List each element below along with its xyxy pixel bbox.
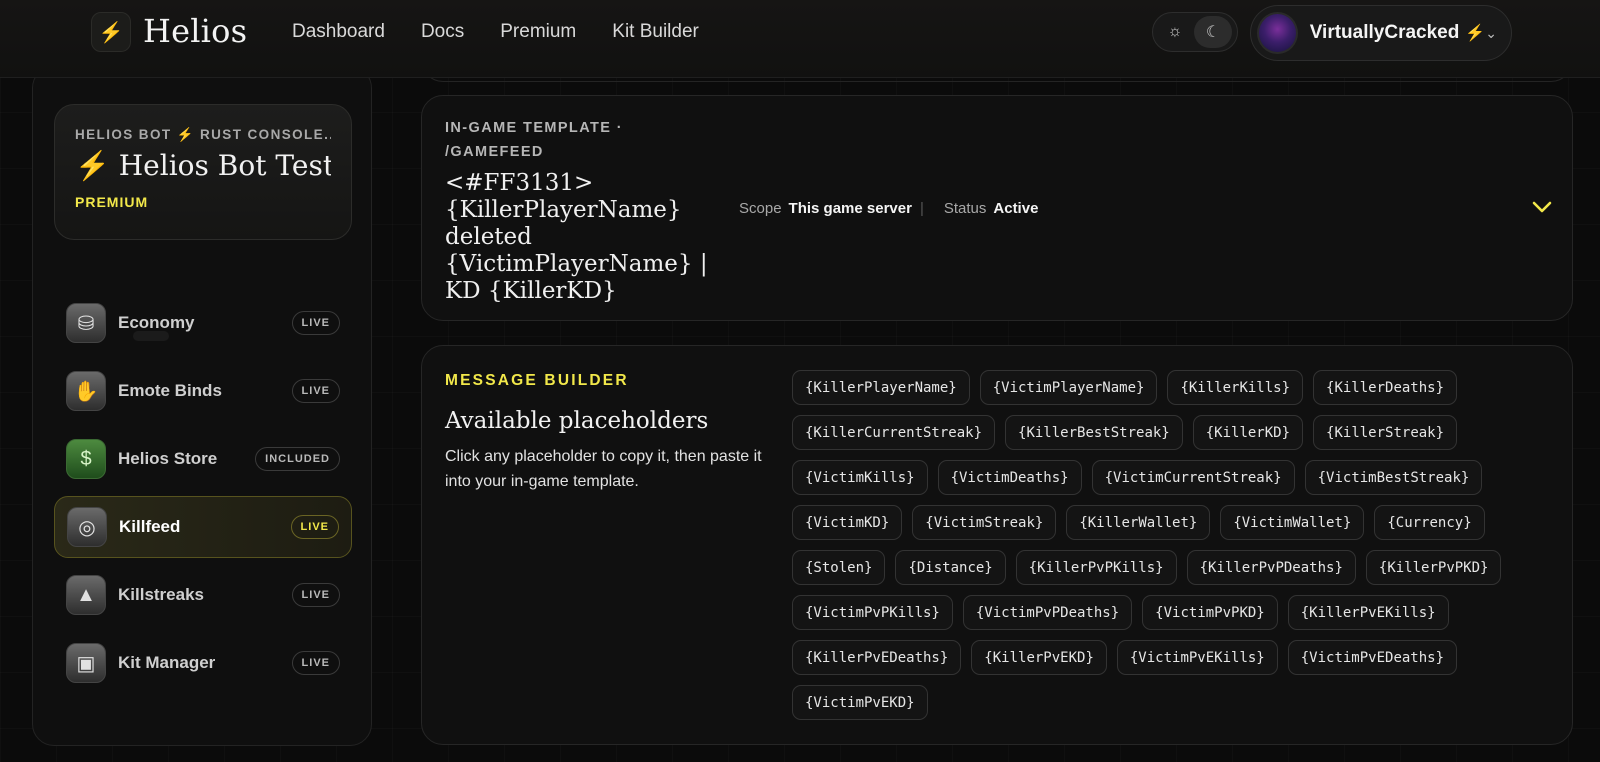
placeholder-chip[interactable]: {KillerPvPDeaths} — [1186, 550, 1356, 585]
placeholder-chip[interactable]: {KillerCurrentStreak} — [792, 415, 996, 450]
hand-icon: ✋ — [66, 371, 106, 411]
placeholder-chip[interactable]: {Stolen} — [792, 550, 886, 585]
placeholder-chip[interactable]: {VictimPvEKills} — [1116, 640, 1278, 675]
status-badge: LIVE — [291, 311, 340, 335]
bolt-logo-icon[interactable]: ⚡ — [91, 12, 131, 52]
divider: | — [919, 200, 924, 217]
status-badge: INCLUDED — [255, 447, 340, 471]
placeholder-chip[interactable]: {KillerDeaths} — [1313, 370, 1458, 405]
status-badge: LIVE — [291, 379, 340, 403]
sidebar-item-label: Emote Binds — [118, 381, 222, 400]
status-badge: LIVE — [291, 651, 340, 675]
placeholder-chip[interactable]: {VictimPvEDeaths} — [1287, 640, 1458, 675]
placeholder-chip[interactable]: {VictimPvEKD} — [792, 685, 928, 720]
sidebar-item-label: Kit Manager — [118, 653, 216, 672]
placeholder-chip[interactable]: {KillerPvEKD} — [971, 640, 1107, 675]
message-builder-card: MESSAGE BUILDER Available placeholders C… — [421, 345, 1573, 745]
template-kicker: IN-GAME TEMPLATE · /GAMEFEED — [445, 120, 623, 160]
scope-label: Scope — [739, 200, 782, 217]
sidebar-item-killfeed[interactable]: ◎ Killfeed LIVE — [54, 496, 352, 558]
sun-icon[interactable]: ☼ — [1156, 16, 1194, 48]
placeholder-chip[interactable]: {KillerPlayerName} — [792, 370, 970, 405]
template-text: <#FF3131> {KillerPlayerName} deleted {Vi… — [445, 170, 708, 304]
builder-title: Available placeholders — [445, 408, 709, 434]
placeholder-chip[interactable]: {VictimBestStreak} — [1304, 460, 1483, 495]
placeholder-chip[interactable]: {VictimDeaths} — [937, 460, 1082, 495]
placeholder-chip[interactable]: {VictimWallet} — [1220, 505, 1365, 540]
sidebar-item-label: Economy — [118, 313, 195, 332]
top-bar: ⚡ Helios Dashboard Docs Premium Kit Buil… — [0, 0, 1600, 78]
chevron-down-icon[interactable] — [1532, 196, 1552, 219]
status-label: Status — [943, 200, 987, 217]
placeholder-chip[interactable]: {VictimPlayerName} — [979, 370, 1158, 405]
brand-name[interactable]: Helios — [143, 12, 247, 50]
server-card[interactable]: HELIOS BOT ⚡ RUST CONSOLE... ⚡ Helios Bo… — [54, 104, 352, 240]
template-card[interactable]: IN-GAME TEMPLATE · /GAMEFEED <#FF3131> {… — [421, 95, 1573, 321]
main-nav: Dashboard Docs Premium Kit Builder — [292, 21, 699, 43]
placeholder-chip[interactable]: {KillerPvPKills} — [1015, 550, 1177, 585]
nav-kit-builder[interactable]: Kit Builder — [612, 21, 699, 43]
placeholder-chip[interactable]: {KillerPvPKD} — [1365, 550, 1502, 585]
placeholder-list: {KillerPlayerName} {VictimPlayerName} {Kil… — [792, 370, 1512, 720]
status-badge: LIVE — [290, 515, 339, 539]
nav-docs[interactable]: Docs — [421, 21, 464, 43]
server-kicker: HELIOS BOT ⚡ RUST CONSOLE... — [75, 127, 331, 142]
sidebar-item-label: Killstreaks — [118, 585, 204, 604]
chevron-down-icon[interactable]: ⌄ — [1485, 25, 1497, 42]
template-meta: Scope This game server | Status Active — [739, 200, 1038, 217]
sidebar-item-label: Killfeed — [119, 517, 181, 536]
sidebar-item-label: Helios Store — [118, 449, 218, 468]
placeholder-chip[interactable]: {VictimPvPKills} — [792, 595, 953, 630]
username: VirtuallyCracked — [1309, 22, 1460, 43]
toolbox-icon: ▣ — [66, 643, 106, 683]
sidebar: HELIOS BOT ⚡ RUST CONSOLE... ⚡ Helios Bo… — [32, 66, 372, 746]
placeholder-chip[interactable]: {KillerPvEKills} — [1287, 595, 1449, 630]
placeholder-chip[interactable]: {KillerBestStreak} — [1005, 415, 1183, 450]
builder-kicker: MESSAGE BUILDER — [445, 372, 629, 389]
nav-premium[interactable]: Premium — [500, 21, 576, 43]
user-menu[interactable]: VirtuallyCracked ⚡ ⌄ — [1250, 5, 1512, 61]
rocket-icon: ▲ — [66, 575, 106, 615]
theme-toggle: ☼ ☾ — [1152, 12, 1238, 52]
placeholder-chip[interactable]: {KillerKills} — [1167, 370, 1304, 405]
placeholder-chip[interactable]: {KillerKD} — [1192, 415, 1304, 450]
placeholder-chip[interactable]: {VictimPvPKD} — [1142, 595, 1278, 630]
placeholder-chip[interactable]: {VictimStreak} — [912, 505, 1057, 540]
moon-icon[interactable]: ☾ — [1194, 16, 1232, 48]
placeholder-chip[interactable]: {VictimKD} — [792, 505, 903, 540]
placeholder-chip[interactable]: {Distance} — [895, 550, 1006, 585]
bolt-icon: ⚡ — [1465, 25, 1486, 42]
placeholder-chip[interactable]: {VictimPvPDeaths} — [962, 595, 1133, 630]
placeholder-chip[interactable]: {KillerWallet} — [1066, 505, 1211, 540]
avatar — [1257, 12, 1298, 54]
dollar-icon: $ — [66, 439, 106, 479]
coin-stack-icon: ⛁ — [66, 303, 106, 343]
server-name: ⚡ Helios Bot Test... — [75, 149, 331, 182]
placeholder-chip[interactable]: {Currency} — [1374, 505, 1485, 540]
status-badge: LIVE — [291, 583, 340, 607]
skull-ring-icon: ◎ — [67, 507, 107, 547]
builder-description: Click any placeholder to copy it, then p… — [445, 448, 762, 490]
placeholder-chip[interactable]: {KillerStreak} — [1313, 415, 1458, 450]
sidebar-item-emote-binds[interactable]: ✋ Emote Binds LIVE — [54, 360, 352, 422]
sidebar-item-helios-store[interactable]: $ Helios Store INCLUDED — [54, 428, 352, 490]
sidebar-item-kit-manager[interactable]: ▣ Kit Manager LIVE — [54, 632, 352, 694]
status-value: Active — [993, 200, 1039, 217]
server-tier-badge: PREMIUM — [75, 194, 149, 210]
sidebar-item-economy[interactable]: ⛁ Economy LIVE — [54, 292, 352, 354]
placeholder-chip[interactable]: {VictimKills} — [792, 460, 928, 495]
placeholder-chip[interactable]: {VictimCurrentStreak} — [1091, 460, 1295, 495]
placeholder-chip[interactable]: {KillerPvEDeaths} — [792, 640, 962, 675]
sidebar-item-killstreaks[interactable]: ▲ Killstreaks LIVE — [54, 564, 352, 626]
nav-dashboard[interactable]: Dashboard — [292, 21, 385, 43]
scope-value: This game server — [788, 200, 912, 217]
